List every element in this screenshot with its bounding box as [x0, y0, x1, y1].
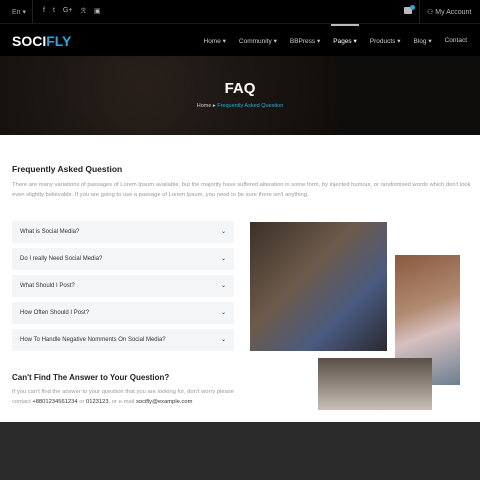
nav-home[interactable]: Home ▾	[204, 37, 226, 45]
breadcrumb-current: Frequently Asked Question	[217, 103, 284, 109]
chevron-down-icon: ⌄	[220, 229, 226, 235]
footer	[0, 422, 480, 480]
faq-item[interactable]: How Often Should I Post? ⌄	[12, 302, 234, 324]
account-label: My Account	[435, 9, 472, 16]
logo-text-accent: FLY	[46, 33, 72, 49]
nav-blog[interactable]: Blog ▾	[414, 37, 432, 45]
phone-link[interactable]: +8801234561234	[32, 399, 77, 405]
twitter-icon[interactable]: t	[53, 7, 55, 15]
help-text: If you can't find the answer to your que…	[12, 389, 234, 405]
nav-contact[interactable]: Contact	[445, 37, 467, 45]
language-label: En	[12, 9, 21, 16]
faq-item[interactable]: How To Handle Negative Nomments On Socia…	[12, 329, 234, 351]
my-account-link[interactable]: ⚇ My Account	[427, 8, 471, 16]
divider	[32, 0, 33, 24]
nav-pages[interactable]: Pages ▾	[331, 24, 359, 45]
help-title: Can't Find The Answer to Your Question?	[12, 373, 170, 382]
rss-icon[interactable]: ℛ	[80, 7, 86, 15]
google-plus-icon[interactable]: G+	[63, 7, 73, 15]
facebook-icon[interactable]: f	[43, 7, 45, 15]
intro-text: There are many variations of passages of…	[12, 182, 471, 198]
chevron-down-icon: ⌄	[220, 310, 226, 316]
section-title: Frequently Asked Question	[12, 164, 123, 174]
chevron-down-icon: ⌄	[220, 256, 226, 262]
logo[interactable]: SOCIFLY	[12, 33, 71, 49]
cart-badge	[410, 5, 415, 10]
main-nav: SOCIFLY Home ▾ Community ▾ BBPress ▾ Pag…	[0, 24, 480, 56]
youtube-icon[interactable]: ▣	[94, 7, 101, 15]
breadcrumb-separator: ▸	[212, 103, 216, 109]
nav-community[interactable]: Community ▾	[239, 37, 277, 45]
page-title: FAQ	[224, 80, 256, 97]
faq-item[interactable]: What is Social Media? ⌄	[12, 221, 234, 243]
breadcrumb: Home ▸ Frequently Asked Question	[0, 103, 480, 109]
photo-man-laptop	[250, 222, 387, 351]
breadcrumb-home[interactable]: Home	[197, 103, 212, 109]
chevron-down-icon: ⌄	[220, 337, 226, 343]
chevron-down-icon: ⌄	[220, 283, 226, 289]
faq-item[interactable]: What Should I Post? ⌄	[12, 275, 234, 297]
top-bar: En ▾ f t G+ ℛ ▣ ⚇ My Account	[0, 0, 480, 24]
logo-text: SOCI	[12, 33, 47, 49]
language-selector[interactable]: En ▾	[12, 8, 26, 16]
divider	[419, 0, 420, 24]
nav-bbpress[interactable]: BBPress ▾	[290, 37, 320, 45]
nav-products[interactable]: Products ▾	[370, 37, 401, 45]
social-links: f t G+ ℛ ▣	[43, 7, 101, 15]
page-hero: FAQ Home ▸ Frequently Asked Question	[0, 56, 480, 135]
faq-item[interactable]: Do I really Need Social Media? ⌄	[12, 248, 234, 270]
photo-street	[318, 358, 432, 410]
phone-link-2[interactable]: 0123123	[86, 399, 109, 405]
email-link[interactable]: socifly@example.com	[136, 399, 192, 405]
